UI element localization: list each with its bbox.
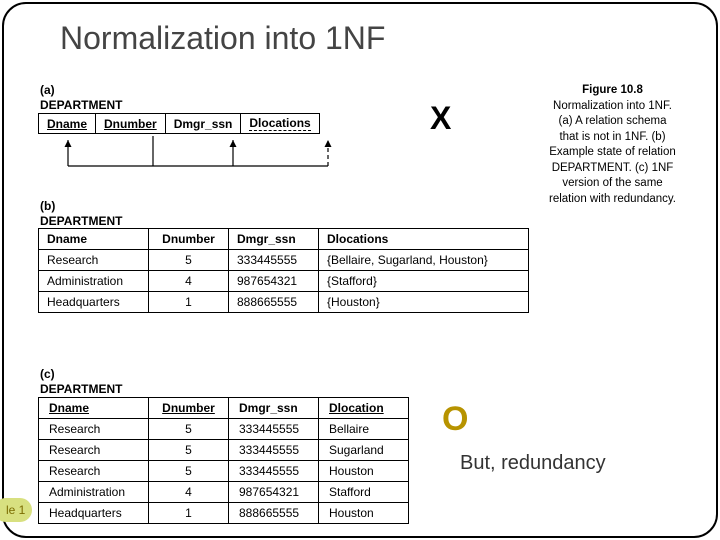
table-header-row: Dname Dnumber Dmgr_ssn Dlocation bbox=[39, 398, 409, 419]
table-row: Research5333445555Bellaire bbox=[39, 419, 409, 440]
table-row: Headquarters1888665555Houston bbox=[39, 503, 409, 524]
col-dname: Dname bbox=[39, 398, 149, 419]
table-c: Dname Dnumber Dmgr_ssn Dlocation Researc… bbox=[38, 397, 409, 524]
table-row: Dname Dnumber Dmgr_ssn Dlocations bbox=[39, 114, 320, 134]
col-dmgrssn: Dmgr_ssn bbox=[165, 114, 241, 134]
col-dname: Dname bbox=[39, 114, 96, 134]
col-dlocations: Dlocations bbox=[241, 114, 319, 134]
col-dnumber: Dnumber bbox=[149, 229, 229, 250]
col-dnumber: Dnumber bbox=[149, 398, 229, 419]
table-row: Research5333445555Houston bbox=[39, 461, 409, 482]
col-dmgrssn: Dmgr_ssn bbox=[229, 398, 319, 419]
section-a-label: (a) bbox=[40, 83, 55, 97]
figure-caption: Figure 10.8 Normalization into 1NF. (a) … bbox=[525, 83, 700, 207]
col-dnumber: Dnumber bbox=[96, 114, 166, 134]
dept-label-a: DEPARTMENT bbox=[40, 98, 122, 112]
col-dname: Dname bbox=[39, 229, 149, 250]
page-badge: le 1 bbox=[0, 498, 32, 522]
redundancy-note: But, redundancy bbox=[460, 452, 606, 475]
section-b-label: (b) bbox=[40, 199, 55, 213]
table-row: Research5333445555Sugarland bbox=[39, 440, 409, 461]
table-row: Administration4987654321Stafford bbox=[39, 482, 409, 503]
page-title: Normalization into 1NF bbox=[60, 20, 385, 57]
section-c-label: (c) bbox=[40, 367, 55, 381]
dept-label-b: DEPARTMENT bbox=[40, 214, 122, 228]
figure-title: Figure 10.8 bbox=[525, 83, 700, 99]
table-row: Research 5 333445555 {Bellaire, Sugarlan… bbox=[39, 250, 529, 271]
mark-o: O bbox=[442, 400, 468, 439]
table-a-schema: Dname Dnumber Dmgr_ssn Dlocations bbox=[38, 113, 320, 134]
table-header-row: Dname Dnumber Dmgr_ssn Dlocations bbox=[39, 229, 529, 250]
table-row: Headquarters 1 888665555 {Houston} bbox=[39, 292, 529, 313]
col-dmgrssn: Dmgr_ssn bbox=[229, 229, 319, 250]
table-row: Administration 4 987654321 {Stafford} bbox=[39, 271, 529, 292]
col-dlocation: Dlocation bbox=[319, 398, 409, 419]
col-dlocations: Dlocations bbox=[319, 229, 529, 250]
fd-arrows bbox=[38, 136, 398, 186]
dept-label-c: DEPARTMENT bbox=[40, 382, 122, 396]
table-b: Dname Dnumber Dmgr_ssn Dlocations Resear… bbox=[38, 228, 529, 313]
mark-x: X bbox=[430, 100, 451, 137]
